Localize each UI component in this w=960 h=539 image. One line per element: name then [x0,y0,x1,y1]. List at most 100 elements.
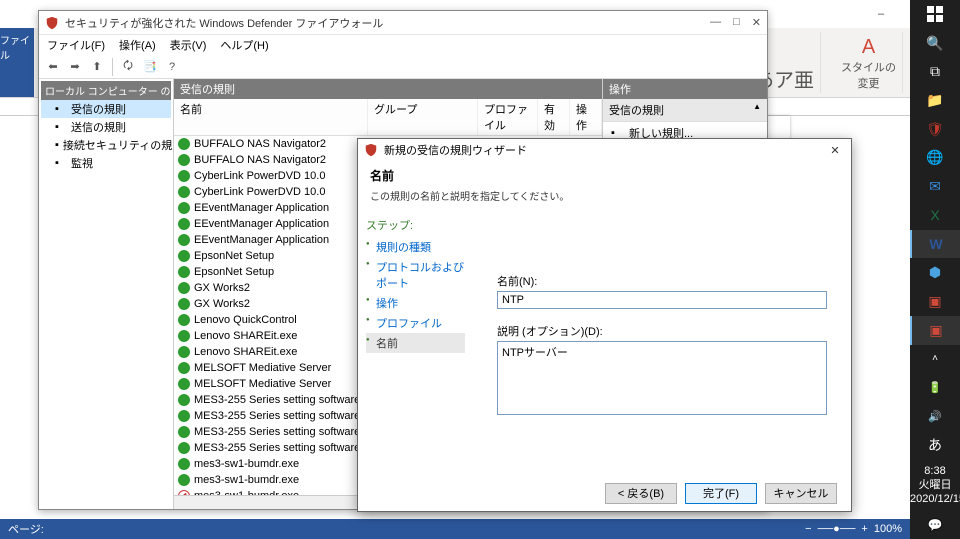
search-icon[interactable]: 🔍 [910,29,960,58]
wizard-step[interactable]: プロトコルおよびポート [366,257,465,293]
wizard-title: 新規の受信の規則ウィザード [384,142,819,158]
col-group[interactable]: グループ [368,99,478,135]
tree-label: 送信の規則 [71,119,126,135]
zoom-slider[interactable]: ──●── [818,523,856,535]
allow-icon [178,314,190,326]
menu-item[interactable]: 操作(A) [119,37,156,53]
allow-icon [178,458,190,470]
zoom-value: 100% [874,523,902,535]
ime-indicator[interactable]: あ [910,431,960,460]
taskbar-app-other3[interactable]: ▣ [910,316,960,345]
taskview-icon[interactable]: ⧉ [910,57,960,86]
tray-battery-icon[interactable]: 🔋 [910,373,960,402]
close-icon[interactable]: ✕ [752,16,761,29]
cancel-button[interactable]: キャンセル [765,483,837,504]
firewall-toolbar: ⬅ ➡ ⬆ 🗘 📑 ? [39,55,767,79]
taskbar-app-mail[interactable]: ✉ [910,172,960,201]
description-input[interactable] [497,341,827,415]
firewall-titlebar[interactable]: セキュリティが強化された Windows Defender ファイアウォール —… [39,11,767,35]
tree-node[interactable]: ▪受信の規則 [41,100,171,118]
wizard-step[interactable]: プロファイル [366,313,465,333]
taskbar-app-firewall[interactable]: 🛡 [910,115,960,144]
allow-icon [178,154,190,166]
tree-node[interactable]: ▪接続セキュリティの規則 [41,136,171,154]
arrow-in-icon: ▪ [55,103,67,115]
wizard-header-sub: この規則の名前と説明を指定してください。 [370,188,839,203]
allow-icon [178,474,190,486]
taskbar-app-other2[interactable]: ▣ [910,287,960,316]
tray-volume-icon[interactable]: 🔊 [910,402,960,431]
actions-title: 受信の規則▲ [603,99,767,122]
rules-header: 受信の規則 [174,79,602,99]
clock-day: 火曜日 [910,478,960,492]
taskbar-app-word[interactable]: W [910,230,960,259]
taskbar-app-excel[interactable]: X [910,201,960,230]
monitor-icon: ▪ [55,157,67,169]
allow-icon [178,138,190,150]
menu-item[interactable]: 表示(V) [170,37,207,53]
steps-label: ステップ: [366,217,465,233]
allow-icon [178,234,190,246]
styles-icon: A [862,37,875,57]
allow-icon [178,442,190,454]
wizard-titlebar[interactable]: 新規の受信の規則ウィザード ✕ [358,139,851,161]
name-label: 名前(N): [497,273,827,289]
minimize-icon[interactable]: – [878,8,890,20]
col-profile[interactable]: プロファイル [478,99,538,135]
taskbar-app-folder[interactable]: 📁 [910,86,960,115]
taskbar-clock[interactable]: 8:38 火曜日 2020/12/15 [910,460,960,511]
tree-node[interactable]: ▪ 監視 [41,154,171,172]
menu-item[interactable]: ファイル(F) [47,37,105,53]
tray-up-icon[interactable]: ˄ [910,345,960,374]
allow-icon [178,266,190,278]
tree-label: 監視 [71,155,93,171]
back-button[interactable]: < 戻る(B) [605,483,677,504]
finish-button[interactable]: 完了(F) [685,483,757,504]
allow-icon [178,282,190,294]
wizard-step[interactable]: 規則の種類 [366,237,465,257]
col-action[interactable]: 操作 [570,99,602,135]
col-name[interactable]: 名前 [174,99,368,135]
wizard-form: 名前(N): 説明 (オプション)(D): [473,213,851,475]
forward-icon[interactable]: ➡ [65,57,85,77]
allow-icon [178,426,190,438]
tree-header: ローカル コンピューター のセキュリティ [41,81,171,100]
refresh-icon[interactable]: 🗘 [118,57,138,77]
allow-icon [178,330,190,342]
action-center-icon[interactable]: 💬 [910,510,960,539]
firewall-menubar: ファイル(F) 操作(A) 表示(V) ヘルプ(H) [39,35,767,55]
windows-taskbar: 🔍 ⧉ 📁 🛡 🌐 ✉ X W ⬢ ▣ ▣ ˄ 🔋 🔊 あ 8:38 火曜日 2… [910,0,960,539]
file-tab[interactable]: ファイル [0,28,34,97]
taskbar-app-other1[interactable]: ⬢ [910,258,960,287]
minimize-icon[interactable]: — [710,16,721,29]
zoom-in-icon[interactable]: + [861,523,867,535]
allow-icon [178,362,190,374]
name-input[interactable] [497,291,827,309]
close-icon[interactable]: ✕ [825,144,845,157]
allow-icon [178,410,190,422]
zoom-out-icon[interactable]: − [805,523,811,535]
export-icon[interactable]: 📑 [140,57,160,77]
shield-icon [45,16,59,30]
allow-icon [178,394,190,406]
block-icon [178,490,190,495]
page-indicator: ページ: [8,521,44,537]
tree-node[interactable]: ▪送信の規則 [41,118,171,136]
col-enabled[interactable]: 有効 [538,99,570,135]
taskbar-app-edge[interactable]: 🌐 [910,144,960,173]
wizard-step[interactable]: 名前 [366,333,465,353]
help-icon[interactable]: ? [162,57,182,77]
maximize-icon[interactable]: □ [733,16,740,29]
clock-time: 8:38 [910,464,960,478]
shield-icon [364,143,378,157]
back-icon[interactable]: ⬅ [43,57,63,77]
wizard-step[interactable]: 操作 [366,293,465,313]
wizard-steps: ステップ: 規則の種類プロトコルおよびポート操作プロファイル名前 [358,213,473,475]
styles-group[interactable]: Aスタイルの 変更 [835,32,903,93]
menu-item[interactable]: ヘルプ(H) [220,37,268,53]
start-icon[interactable] [910,0,960,29]
allow-icon [178,378,190,390]
word-statusbar: ページ: −──●── +100% [0,519,910,539]
up-icon[interactable]: ⬆ [87,57,107,77]
allow-icon [178,186,190,198]
